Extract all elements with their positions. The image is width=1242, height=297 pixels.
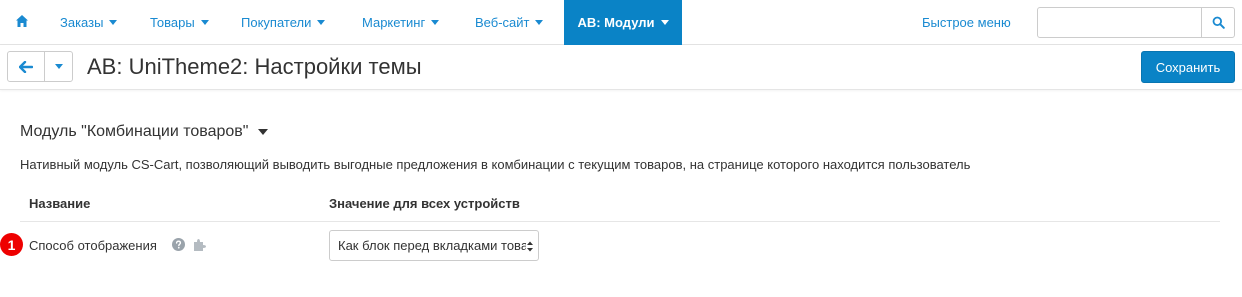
puzzle-icon	[194, 239, 206, 251]
nav-item-label: Веб-сайт	[475, 15, 530, 30]
chevron-down-icon	[535, 20, 544, 25]
setting-label: Способ отображения	[29, 238, 157, 253]
nav-item-orders[interactable]: Заказы	[60, 0, 118, 45]
nav-item-label: Маркетинг	[362, 15, 426, 30]
back-history-dropdown[interactable]	[44, 51, 73, 82]
back-button[interactable]	[7, 51, 45, 82]
top-navigation: Заказы Товары Покупатели Маркетинг Веб-с…	[0, 0, 1242, 45]
search-input[interactable]	[1038, 8, 1201, 37]
quick-menu-link[interactable]: Быстрое меню	[922, 0, 1011, 45]
section-toggle[interactable]: Модуль "Комбинации товаров"	[20, 123, 269, 141]
nav-item-label: Заказы	[60, 15, 104, 30]
nav-item-customers[interactable]: Покупатели	[241, 0, 326, 45]
section-title: Модуль "Комбинации товаров"	[20, 123, 249, 140]
save-button[interactable]: Сохранить	[1141, 51, 1235, 83]
arrow-left-icon	[19, 60, 33, 73]
chevron-down-icon	[431, 20, 440, 25]
nav-item-label: AB: Модули	[577, 15, 655, 30]
nav-item-label: Товары	[150, 15, 195, 30]
search-box	[1037, 7, 1235, 38]
display-mode-select[interactable]: Как блок перед вкладками товара	[329, 230, 539, 261]
chevron-down-icon	[660, 20, 669, 25]
question-circle-icon[interactable]	[172, 238, 185, 251]
nav-item-website[interactable]: Веб-сайт	[475, 0, 544, 45]
column-header-value: Значение для всех устройств	[329, 196, 520, 211]
nav-item-products[interactable]: Товары	[150, 0, 209, 45]
page-title: AB: UniTheme2: Настройки темы	[87, 54, 422, 79]
nav-item-ab-modules[interactable]: AB: Модули	[564, 0, 682, 45]
section-description: Нативный модуль CS-Cart, позволяющий выв…	[20, 157, 971, 172]
chevron-down-icon	[109, 20, 118, 25]
column-header-name: Название	[29, 196, 91, 211]
nav-item-label: Покупатели	[241, 15, 312, 30]
select-arrows-icon	[527, 241, 533, 252]
title-bar: AB: UniTheme2: Настройки темы Сохранить	[0, 45, 1242, 90]
home-icon[interactable]	[15, 14, 29, 28]
chevron-down-icon	[54, 64, 63, 69]
search-button[interactable]	[1201, 8, 1234, 37]
nav-item-marketing[interactable]: Маркетинг	[362, 0, 440, 45]
table-divider	[20, 221, 1220, 222]
search-icon	[1212, 16, 1225, 29]
chevron-down-icon	[258, 129, 269, 135]
chevron-down-icon	[200, 20, 209, 25]
step-badge: 1	[0, 233, 23, 256]
quick-menu-label: Быстрое меню	[922, 15, 1011, 30]
chevron-down-icon	[317, 20, 326, 25]
select-value: Как блок перед вкладками товара	[338, 238, 526, 253]
